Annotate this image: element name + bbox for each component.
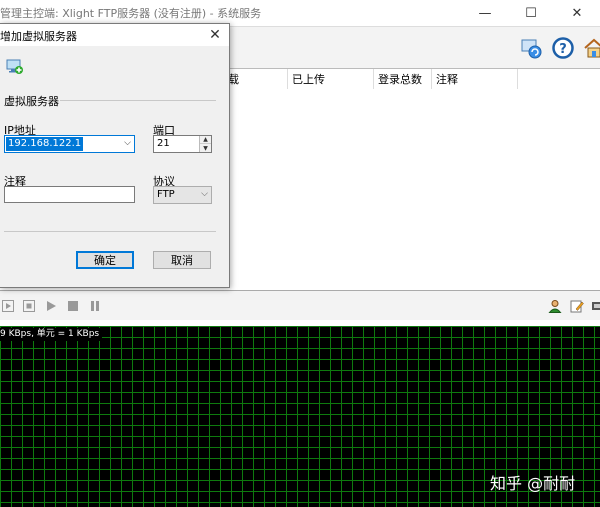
dialog-title: 增加虚拟服务器 <box>0 30 77 43</box>
graph-scale-label: 9 KBps, 单元 = 1 KBps <box>0 328 103 341</box>
minimize-button[interactable]: — <box>462 0 508 26</box>
stepper-up-icon[interactable]: ▲ <box>200 136 211 144</box>
group-divider <box>60 100 216 101</box>
note-input[interactable] <box>4 186 135 203</box>
stepper-buttons: ▲ ▼ <box>199 136 211 152</box>
settings-icon[interactable] <box>590 298 600 314</box>
column-header[interactable]: 载 <box>224 69 288 89</box>
dialog-close-button[interactable]: ✕ <box>205 25 225 45</box>
chevron-down-icon: ⌵ <box>201 189 208 199</box>
ok-button[interactable]: 确定 <box>76 251 134 269</box>
column-header[interactable]: 登录总数 <box>374 69 432 89</box>
protocol-select[interactable]: FTP ⌵ <box>153 186 212 204</box>
edit-icon[interactable] <box>569 298 585 314</box>
play-icon[interactable] <box>43 298 59 314</box>
stop-square-icon[interactable] <box>65 298 81 314</box>
cancel-button[interactable]: 取消 <box>153 251 211 269</box>
restart-icon[interactable] <box>0 298 16 314</box>
dialog-divider <box>4 231 216 232</box>
port-stepper[interactable]: 21 ▲ ▼ <box>153 135 212 153</box>
column-header[interactable]: 已上传 <box>288 69 374 89</box>
control-bar <box>0 290 600 320</box>
port-value: 21 <box>157 138 170 149</box>
maximize-button[interactable]: ☐ <box>508 0 554 26</box>
chevron-down-icon[interactable]: ⌵ <box>124 138 131 148</box>
watermark: 知乎 @耐耐 <box>490 474 576 493</box>
ip-address-combo[interactable]: 192.168.122.1 ⌵ <box>4 135 135 153</box>
add-server-icon <box>6 58 24 76</box>
user-icon[interactable] <box>547 298 563 314</box>
stepper-down-icon[interactable]: ▼ <box>200 144 211 152</box>
protocol-value: FTP <box>157 189 175 200</box>
help-icon[interactable]: ? <box>551 36 575 60</box>
group-title: 虚拟服务器 <box>4 95 59 108</box>
main-window-title: 管理主控端: Xlight FTP服务器 (没有注册) - 系统服务 <box>0 7 262 20</box>
refresh-icon[interactable] <box>519 36 543 60</box>
column-header[interactable]: 注释 <box>432 69 518 89</box>
svg-text:?: ? <box>559 42 567 57</box>
home-icon[interactable] <box>582 36 600 60</box>
dialog-titlebar: 增加虚拟服务器 ✕ <box>0 24 229 46</box>
pause-icon[interactable] <box>87 298 103 314</box>
stop-icon[interactable] <box>21 298 37 314</box>
close-button[interactable]: ✕ <box>554 0 600 26</box>
ip-address-value: 192.168.122.1 <box>6 137 84 151</box>
add-virtual-server-dialog: 增加虚拟服务器 ✕ 虚拟服务器 IP地址 192.168.122.1 ⌵ 端口 … <box>0 23 230 288</box>
